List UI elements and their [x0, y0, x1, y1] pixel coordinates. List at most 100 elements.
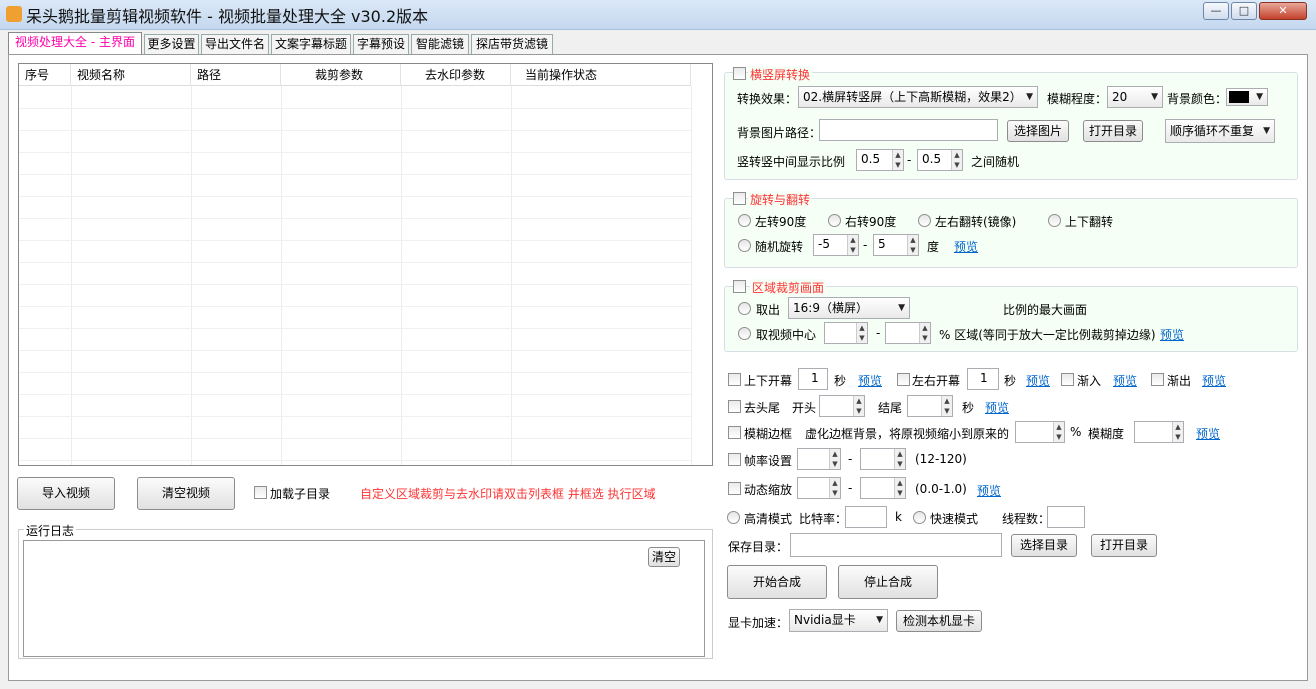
tab-export-filename[interactable]: 导出文件名: [201, 34, 269, 54]
col-index[interactable]: 序号: [19, 64, 71, 86]
crop-take-radio[interactable]: [738, 302, 751, 315]
flip-radio[interactable]: [1048, 214, 1061, 227]
minimize-button[interactable]: —: [1203, 2, 1229, 20]
fps-max-spinner[interactable]: ▲ ▼: [860, 448, 906, 470]
spin-arrows-icon[interactable]: ▲ ▼: [941, 396, 952, 416]
col-crop-params[interactable]: 裁剪参数: [281, 64, 401, 86]
log-textarea[interactable]: [23, 540, 705, 657]
spin-arrows-icon[interactable]: ▲ ▼: [853, 396, 864, 416]
blur-border-preview-link[interactable]: 预览: [1196, 425, 1220, 442]
fadeout-checkbox[interactable]: [1151, 373, 1164, 386]
col-path[interactable]: 路径: [191, 64, 281, 86]
trim-start-spinner[interactable]: ▲ ▼: [819, 395, 865, 417]
log-clear-button[interactable]: 清空: [648, 547, 680, 567]
rotate-max-spinner[interactable]: 5 ▲ ▼: [873, 234, 919, 256]
tab-shop-filter[interactable]: 探店带货滤镜: [471, 34, 553, 54]
leftright-input[interactable]: 1: [967, 368, 999, 390]
rotate-checkbox[interactable]: [733, 192, 746, 205]
clear-video-button[interactable]: 清空视频: [137, 477, 235, 510]
fadeout-preview-link[interactable]: 预览: [1202, 372, 1226, 389]
fps-dash: -: [848, 452, 853, 466]
threads-input[interactable]: [1047, 506, 1085, 528]
updown-input[interactable]: 1: [798, 368, 828, 390]
col-status[interactable]: 当前操作状态: [511, 64, 691, 86]
fadein-preview-link[interactable]: 预览: [1113, 372, 1137, 389]
stop-button[interactable]: 停止合成: [838, 565, 938, 599]
hd-mode-radio[interactable]: [727, 511, 740, 524]
open-bgdir-button[interactable]: 打开目录: [1083, 120, 1143, 142]
fast-mode-radio[interactable]: [913, 511, 926, 524]
zoom-checkbox[interactable]: [728, 482, 741, 495]
crop-min-spinner[interactable]: ▲ ▼: [824, 322, 868, 344]
col-watermark-params[interactable]: 去水印参数: [401, 64, 511, 86]
crop-max-spinner[interactable]: ▲ ▼: [885, 322, 931, 344]
rotate-preview-link[interactable]: 预览: [954, 238, 978, 255]
tab-smart-filter[interactable]: 智能滤镜: [411, 34, 469, 54]
video-table[interactable]: 序号 视频名称 路径 裁剪参数 去水印参数 当前操作状态: [18, 63, 713, 466]
bgcolor-select[interactable]: ▼: [1226, 88, 1268, 106]
spin-arrows-icon[interactable]: ▲ ▼: [829, 449, 840, 469]
right90-radio[interactable]: [828, 214, 841, 227]
random-rotate-radio[interactable]: [738, 239, 751, 252]
spin-arrows-icon[interactable]: ▲ ▼: [1053, 422, 1064, 442]
crop-center-label: 取视频中心: [756, 328, 817, 342]
spin-arrows-icon[interactable]: ▲ ▼: [856, 323, 867, 343]
tab-subtitle-preset[interactable]: 字幕预设: [353, 34, 409, 54]
bgimg-path-input[interactable]: [819, 119, 998, 141]
start-button[interactable]: 开始合成: [727, 565, 827, 599]
updown-preview-link[interactable]: 预览: [858, 372, 882, 389]
choose-image-button[interactable]: 选择图片: [1007, 120, 1069, 142]
updown-checkbox[interactable]: [728, 373, 741, 386]
fps-min-spinner[interactable]: ▲ ▼: [797, 448, 841, 470]
crop-ratio-select[interactable]: 16:9（横屏） ▼: [788, 297, 910, 319]
maximize-button[interactable]: □: [1231, 2, 1257, 20]
open-save-dir-button[interactable]: 打开目录: [1091, 534, 1157, 557]
rotate-min-spinner[interactable]: -5 ▲ ▼: [813, 234, 859, 256]
load-subdir-checkbox[interactable]: [254, 486, 267, 499]
fadein-checkbox[interactable]: [1061, 373, 1074, 386]
spin-arrows-icon[interactable]: ▲ ▼: [894, 449, 905, 469]
trim-preview-link[interactable]: 预览: [985, 399, 1009, 416]
gpu-select[interactable]: Nvidia显卡 ▼: [789, 609, 888, 632]
spin-arrows-icon[interactable]: ▲ ▼: [1172, 422, 1183, 442]
blur-degree-spinner[interactable]: ▲ ▼: [1134, 421, 1184, 443]
blur-border-checkbox[interactable]: [728, 426, 741, 439]
trim-checkbox[interactable]: [728, 400, 741, 413]
tab-main[interactable]: 视频处理大全 - 主界面: [8, 32, 142, 54]
mirror-radio[interactable]: [918, 214, 931, 227]
crop-checkbox[interactable]: [733, 280, 746, 293]
import-video-button[interactable]: 导入视频: [17, 477, 115, 510]
spin-arrows-icon[interactable]: ▲ ▼: [829, 478, 840, 498]
blur-border-scale-spinner[interactable]: ▲ ▼: [1015, 421, 1065, 443]
bitrate-input[interactable]: [845, 506, 887, 528]
zoom-max-spinner[interactable]: ▲ ▼: [860, 477, 906, 499]
order-select[interactable]: 顺序循环不重复 ▼: [1165, 119, 1275, 143]
col-video-name[interactable]: 视频名称: [71, 64, 191, 86]
spin-arrows-icon[interactable]: ▲ ▼: [892, 150, 903, 170]
leftright-preview-link[interactable]: 预览: [1026, 372, 1050, 389]
leftright-checkbox[interactable]: [897, 373, 910, 386]
orient-checkbox[interactable]: [733, 67, 746, 80]
trim-end-spinner[interactable]: ▲ ▼: [907, 395, 953, 417]
spin-arrows-icon[interactable]: ▲ ▼: [894, 478, 905, 498]
zoom-preview-link[interactable]: 预览: [977, 482, 1001, 499]
spin-arrows-icon[interactable]: ▲ ▼: [847, 235, 858, 255]
tab-more-settings[interactable]: 更多设置: [144, 34, 199, 54]
spin-arrows-icon[interactable]: ▲ ▼: [919, 323, 930, 343]
tab-caption-title[interactable]: 文案字幕标题: [271, 34, 351, 54]
choose-dir-button[interactable]: 选择目录: [1011, 534, 1077, 557]
orient-effect-select[interactable]: 02.横屏转竖屏（上下高斯模糊，效果2） ▼: [798, 86, 1038, 108]
crop-center-radio[interactable]: [738, 327, 751, 340]
ratio-max-spinner[interactable]: 0.5 ▲ ▼: [917, 149, 963, 171]
blur-select[interactable]: 20 ▼: [1107, 86, 1163, 108]
detect-gpu-button[interactable]: 检测本机显卡: [896, 610, 982, 632]
fps-checkbox[interactable]: [728, 453, 741, 466]
spin-arrows-icon[interactable]: ▲ ▼: [951, 150, 962, 170]
close-button[interactable]: ✕: [1259, 2, 1307, 20]
zoom-min-spinner[interactable]: ▲ ▼: [797, 477, 841, 499]
ratio-min-spinner[interactable]: 0.5 ▲ ▼: [856, 149, 904, 171]
save-dir-input[interactable]: [790, 533, 1002, 557]
spin-arrows-icon[interactable]: ▲ ▼: [907, 235, 918, 255]
crop-preview-link[interactable]: 预览: [1160, 326, 1184, 343]
left90-radio[interactable]: [738, 214, 751, 227]
